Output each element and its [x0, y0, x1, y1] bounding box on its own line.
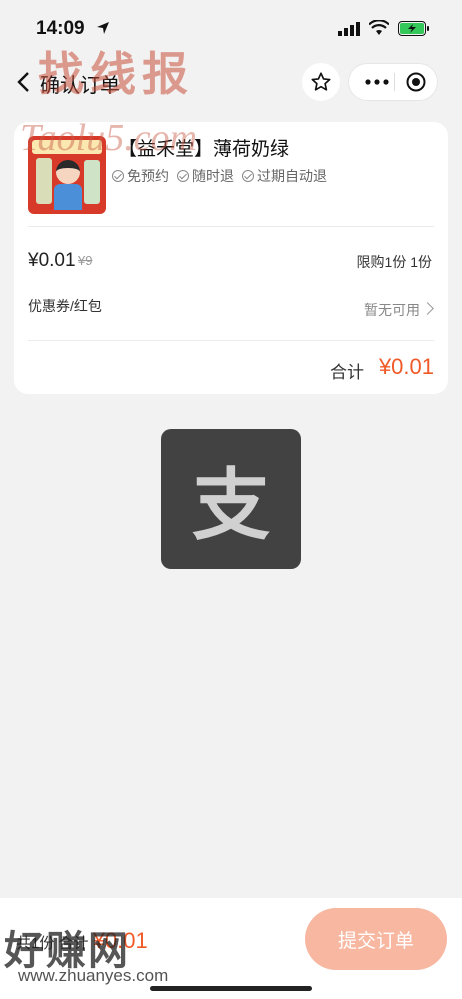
thumbnail-cup-right [84, 160, 100, 204]
check-circle-icon [177, 170, 189, 182]
alipay-loading-overlay: 支 [161, 429, 301, 569]
divider [28, 340, 434, 341]
submit-order-button[interactable]: 提交订单 [305, 908, 447, 970]
battery-charging-icon [398, 21, 429, 36]
coupon-value[interactable]: 暂无可用 [364, 300, 420, 320]
original-price: ¥9 [78, 253, 93, 268]
signal-icon [338, 22, 360, 36]
tag-no-reservation: 免预约 [112, 166, 169, 186]
tag-label: 过期自动退 [257, 168, 327, 184]
star-icon [311, 72, 331, 91]
home-indicator[interactable] [150, 986, 312, 991]
product-tags: 免预约 随时退 过期自动退 [112, 166, 327, 186]
status-time: 14:09 [36, 18, 85, 39]
wifi-icon [369, 20, 389, 35]
tag-refund-anytime: 随时退 [177, 166, 234, 186]
favorite-button[interactable] [302, 63, 340, 101]
divider [28, 226, 434, 227]
coupon-label: 优惠券/红包 [28, 298, 102, 314]
miniapp-capsule [348, 63, 438, 101]
unit-price: ¥0.01 [28, 250, 76, 271]
watermark-top: 找线报 [38, 47, 194, 101]
thumbnail-character-head [56, 160, 80, 184]
check-circle-icon [112, 170, 124, 182]
check-circle-icon [242, 170, 254, 182]
chevron-right-icon[interactable] [421, 302, 434, 315]
watermark-url: www.zhuanyes.com [18, 966, 169, 985]
watermark-taolu: Taolu5.com [20, 117, 198, 159]
location-arrow-icon [97, 22, 109, 34]
close-miniapp-icon[interactable] [406, 72, 426, 92]
tag-label: 随时退 [192, 168, 234, 184]
order-card: 【益禾堂】薄荷奶绿 免预约 随时退 过期自动退 ¥0.01 ¥9 限购1份 1份… [14, 122, 448, 394]
capsule-divider [394, 73, 395, 91]
back-chevron-icon[interactable] [16, 71, 30, 93]
thumbnail-cup-left [36, 158, 52, 204]
tag-auto-refund: 过期自动退 [242, 166, 327, 186]
total-amount: ¥0.01 [378, 354, 434, 379]
total-label: 合计 [330, 363, 364, 382]
more-icon[interactable] [363, 73, 391, 91]
purchase-limit: 限购1份 1份 [356, 254, 432, 270]
alipay-logo-icon: 支 [191, 461, 270, 551]
thumbnail-character-body [54, 184, 82, 210]
tag-label: 免预约 [127, 168, 169, 184]
